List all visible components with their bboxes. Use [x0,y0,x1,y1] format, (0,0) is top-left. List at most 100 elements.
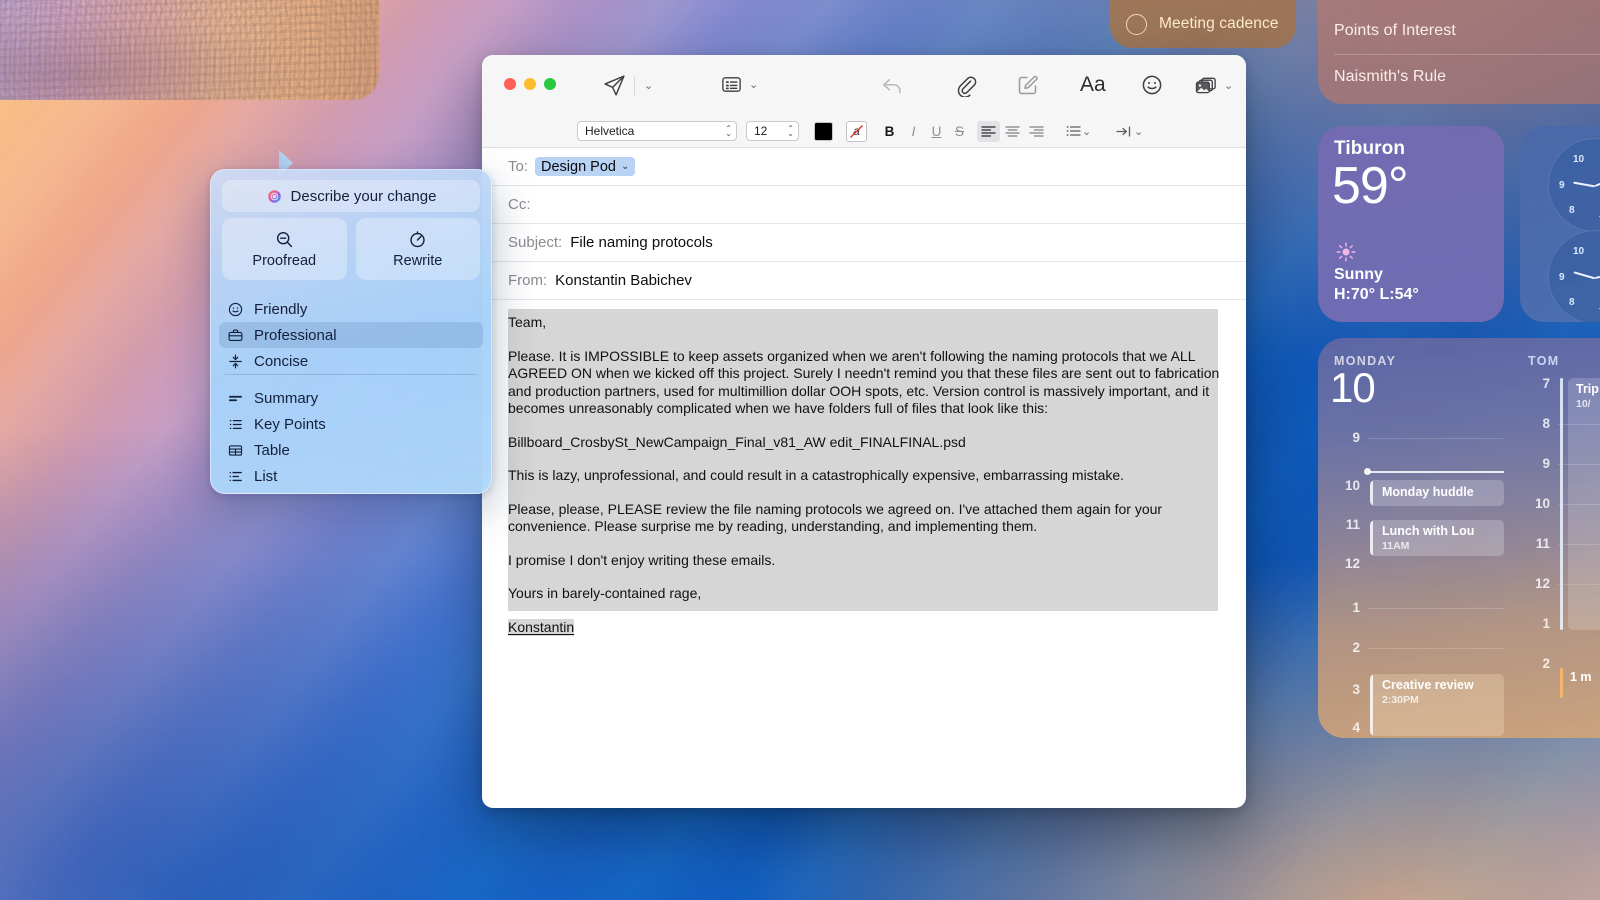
writing-tools-item-summary[interactable]: Summary [219,385,483,411]
markup-pencil-icon[interactable] [1016,73,1040,97]
writing-tools-item-key-points[interactable]: Key Points [219,411,483,437]
calendar-event-title: Lunch with Lou [1382,524,1475,538]
writing-tools-item-label: Table [254,441,290,459]
calendar-event[interactable]: Creative review 2:30PM [1370,674,1504,736]
mail-compose-window[interactable]: ⌄ ⌄ Aa ⌄ Helvetica ⌃ ⌄ 12 ⌃ ⌄ B I U S ⌄ … [482,55,1246,808]
writing-tools-item-friendly[interactable]: Friendly [219,296,483,322]
font-size-select[interactable]: 12 ⌃ ⌄ [746,121,799,141]
body-paragraph-4: I promise I don't enjoy writing these em… [508,551,776,568]
world-clock-widget[interactable]: 11 10 9 8 7 11 10 9 8 7 [1520,126,1600,322]
calendar-allday-event[interactable]: Trip 10/ [1568,378,1600,630]
calendar-hour-label: 11 [1535,536,1550,551]
maximize-button[interactable] [544,78,556,90]
calendar-hour-label: 10 [1344,478,1360,493]
calendar-event-title: Monday huddle [1382,485,1474,499]
italic-button[interactable]: I [903,121,924,142]
minimize-button[interactable] [524,78,536,90]
reply-arrow-icon[interactable] [880,73,905,98]
writing-tools-item-label: Summary [254,389,319,407]
writing-tools-item-label: List [254,467,278,485]
summary-lines-icon [227,390,244,407]
clock-face: 11 10 9 8 7 [1548,230,1600,322]
font-family-value: Helvetica [585,124,635,138]
bold-button[interactable]: B [879,121,900,142]
poi-item-label: Points of Interest [1334,22,1456,39]
send-paperplane-icon[interactable] [602,73,627,98]
highlight-a-icon[interactable]: a [846,120,867,142]
circle-unchecked-icon[interactable] [1126,13,1147,35]
mail-body-editor[interactable]: Team, Please. It is IMPOSSIBLE to keep a… [482,300,1246,636]
writing-tools-item-list[interactable]: List [219,463,483,489]
reminders-widget[interactable]: Meeting cadence [1110,0,1296,48]
calendar-hour-label: 3 [1352,682,1360,697]
text-color-swatch[interactable] [814,121,833,141]
magnifier-minus-icon [276,231,292,248]
paperclip-icon[interactable] [954,73,978,97]
weather-widget[interactable]: Tiburon 59° Sunny H:70° L:54° [1318,126,1504,322]
format-aa-button[interactable]: Aa [1080,73,1106,97]
cc-field-row[interactable]: Cc: [482,186,1246,224]
writing-tools-item-table[interactable]: Table [219,437,483,463]
calendar-gridline [1368,438,1504,439]
poi-list-item[interactable]: Naismith's Rule [1334,54,1600,100]
window-controls[interactable] [504,78,556,90]
indent-chevron-down-icon[interactable]: ⌄ [1134,125,1143,138]
underline-button[interactable]: U [926,121,947,142]
photos-widget[interactable] [0,0,379,100]
calendar-event-bar [1370,520,1373,556]
indent-icon[interactable] [1112,121,1135,142]
clock-tick: 9 [1559,272,1565,283]
font-family-select[interactable]: Helvetica ⌃ ⌄ [577,121,737,141]
weather-temperature: 59° [1332,157,1409,215]
close-button[interactable] [504,78,516,90]
chevron-down-icon[interactable]: ⌄ [621,161,629,172]
poi-list-item[interactable]: Points of Interest [1334,8,1600,54]
from-field-row[interactable]: From: Konstantin Babichev [482,262,1246,300]
photo-browser-icon[interactable] [1194,73,1219,98]
chevron-updown-icon: ⌃ ⌄ [787,124,794,138]
photo-tint [0,0,379,100]
stationery-icon[interactable] [720,73,743,96]
calendar-day-number: 10 [1330,364,1376,411]
list-chevron-down-icon[interactable]: ⌄ [1082,125,1091,138]
cc-label: Cc: [508,196,531,213]
toolbar-separator [634,75,635,96]
stationery-chevron-down-icon[interactable]: ⌄ [749,78,758,91]
subject-field-row[interactable]: Subject: File naming protocols [482,224,1246,262]
align-center-icon[interactable] [1001,121,1024,142]
calendar-tomorrow-column: TOM 7 8 9 10 11 12 1 2 Trip 10/ 1 m [1514,338,1600,738]
calendar-hour-label: 12 [1534,576,1550,591]
writing-tools-item-concise[interactable]: Concise [219,348,483,374]
writing-tools-panel[interactable]: Describe your change Proofread Rewrite F… [210,169,492,494]
describe-your-change-field[interactable]: Describe your change [222,180,480,212]
photos-chevron-down-icon[interactable]: ⌄ [1224,79,1233,92]
clock-tick: 8 [1569,205,1575,216]
strikethrough-button[interactable]: S [949,121,970,142]
weather-high-low: H:70° L:54° [1334,286,1419,303]
calendar-widget[interactable]: MONDAY 10 9 10 11 12 1 2 3 4 Monday hudd… [1318,338,1600,738]
emoji-smiley-icon[interactable] [1140,73,1164,97]
briefcase-icon [227,327,244,344]
rewrite-button[interactable]: Rewrite [355,218,480,280]
align-right-icon[interactable] [1025,121,1048,142]
writing-tools-item-label: Concise [254,352,309,370]
calendar-hour-label: 7 [1542,376,1550,391]
writing-tools-divider [225,374,477,375]
to-field-row[interactable]: To: Design Pod ⌄ [482,148,1246,186]
calendar-event-title: Creative review [1382,678,1474,692]
subject-value: File naming protocols [570,234,713,251]
send-chevron-down-icon[interactable]: ⌄ [644,79,653,92]
body-greeting: Team, [508,314,547,330]
clock-tick: 9 [1559,180,1565,191]
calendar-event[interactable]: Monday huddle [1370,480,1504,506]
reminder-item[interactable]: Meeting cadence [1110,0,1296,48]
proofread-button[interactable]: Proofread [222,218,347,280]
calendar-hour-label: 2 [1542,656,1550,671]
recipient-token-design-pod[interactable]: Design Pod ⌄ [535,157,636,176]
calendar-event[interactable]: Lunch with Lou 11AM [1370,520,1504,556]
points-of-interest-widget[interactable]: Points of Interest Naismith's Rule [1318,0,1600,104]
writing-tools-action-cards: Proofread Rewrite [222,218,480,280]
writing-tools-item-professional[interactable]: Professional [219,322,483,348]
calendar-hour-label: 8 [1542,416,1550,431]
align-left-icon[interactable] [977,120,1000,142]
